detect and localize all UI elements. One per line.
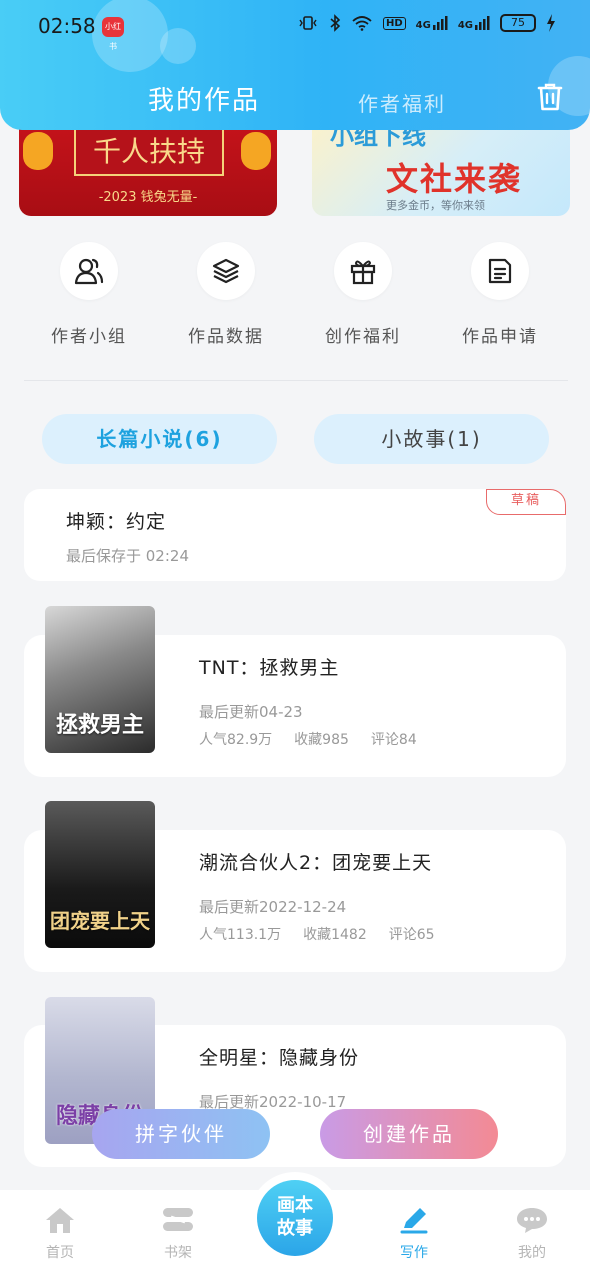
work-updated: 最后更新2022-12-24 xyxy=(199,898,347,916)
feature-creation-benefits[interactable]: 创作福利 xyxy=(307,242,419,347)
tab-my-works[interactable]: 我的作品 xyxy=(148,80,260,117)
nav-label: 我的 xyxy=(518,1245,546,1261)
nav-mine[interactable]: 我的 xyxy=(492,1206,572,1262)
feature-label: 作品申请 xyxy=(462,327,538,347)
feature-label: 创作福利 xyxy=(325,327,401,347)
work-cover[interactable]: 团宠要上天 xyxy=(45,801,155,948)
banner-right-line3: 更多金币，等你来领 xyxy=(386,199,485,212)
work-cover[interactable]: 拯救男主 xyxy=(45,606,155,753)
work-title: 潮流合伙人2：团宠要上天 xyxy=(199,852,433,874)
work-popularity: 人气82.9万 xyxy=(199,732,273,748)
feature-label: 作者小组 xyxy=(51,327,127,347)
network-type: 4G xyxy=(457,20,473,31)
lantern-decor xyxy=(241,132,271,170)
center-label-line2: 故事 xyxy=(277,1218,313,1239)
hd-indicator: HD xyxy=(382,16,406,30)
bookshelf-icon xyxy=(163,1208,193,1231)
create-work-button[interactable]: 创建作品 xyxy=(320,1109,498,1159)
nav-label: 首页 xyxy=(46,1245,74,1261)
banner-left-title: 千人扶持 xyxy=(74,128,224,176)
work-title: TNT：拯救男主 xyxy=(199,657,340,679)
status-time: 02:58 xyxy=(38,14,96,38)
work-stats: 人气82.9万 收藏985 评论84 xyxy=(199,729,417,749)
nav-label: 写作 xyxy=(400,1245,428,1261)
section-divider xyxy=(24,380,568,381)
writing-partner-button[interactable]: 拼字伙伴 xyxy=(92,1109,270,1159)
cover-title: 拯救男主 xyxy=(55,712,144,738)
nav-bookshelf[interactable]: 书架 xyxy=(138,1206,218,1262)
picture-story-label: 画本 故事 xyxy=(257,1180,333,1256)
nav-home[interactable]: 首页 xyxy=(20,1206,100,1262)
category-short-story[interactable]: 小故事(1) xyxy=(314,414,549,464)
tab-author-benefits[interactable]: 作者福利 xyxy=(358,88,446,117)
picture-story-button[interactable]: 画本 故事 xyxy=(249,1172,341,1264)
team-icon xyxy=(60,242,118,300)
trash-icon[interactable] xyxy=(536,82,564,112)
signal-icon: 4G xyxy=(458,15,490,31)
nav-write[interactable]: 写作 xyxy=(374,1206,454,1262)
work-updated: 最后更新04-23 xyxy=(199,703,303,721)
draft-title: 坤颖：约定 xyxy=(66,511,167,533)
work-title: 全明星：隐藏身份 xyxy=(199,1047,360,1069)
header-tabs: 我的作品 作者福利 xyxy=(0,80,590,120)
app-notification-badge: 小红书 xyxy=(102,17,124,51)
center-label-line1: 画本 xyxy=(277,1195,313,1216)
feature-author-group[interactable]: 作者小组 xyxy=(33,242,145,347)
battery-icon: 75 xyxy=(500,14,536,32)
cover-title: 团宠要上天 xyxy=(50,909,150,933)
vibrate-icon xyxy=(299,16,317,30)
chat-bubble-icon xyxy=(517,1208,547,1233)
charging-icon xyxy=(547,14,555,32)
category-long-novel[interactable]: 长篇小说(6) xyxy=(42,414,277,464)
draft-badge: 草稿 xyxy=(486,489,566,515)
nav-label: 书架 xyxy=(164,1245,192,1261)
document-icon xyxy=(471,242,529,300)
feature-work-data[interactable]: 作品数据 xyxy=(170,242,282,347)
bluetooth-icon xyxy=(330,14,341,32)
signal-icon: 4G xyxy=(416,15,448,31)
draft-card[interactable]: 坤颖：约定 最后保存于 02:24 草稿 xyxy=(24,489,566,581)
wifi-icon xyxy=(352,16,372,31)
gift-icon xyxy=(334,242,392,300)
banner-right-line2: 文社来袭 xyxy=(386,160,523,198)
network-type: 4G xyxy=(415,20,431,31)
work-comments: 评论84 xyxy=(370,732,417,748)
system-icons: HD 4G 4G 75 xyxy=(297,14,556,32)
home-icon xyxy=(46,1208,74,1233)
status-bar: 02:58 小红书 HD 4G 4G 75 xyxy=(0,0,590,52)
feature-label: 作品数据 xyxy=(188,327,264,347)
layers-icon xyxy=(197,242,255,300)
feature-work-application[interactable]: 作品申请 xyxy=(444,242,556,347)
work-favorites: 收藏1482 xyxy=(303,927,367,943)
top-header: 02:58 小红书 HD 4G 4G 75 我的作品 作者福利 xyxy=(0,0,590,130)
work-popularity: 人气113.1万 xyxy=(199,927,282,943)
draft-saved-time: 最后保存于 02:24 xyxy=(66,547,189,565)
work-comments: 评论65 xyxy=(388,927,435,943)
work-stats: 人气113.1万 收藏1482 评论65 xyxy=(199,924,435,944)
work-favorites: 收藏985 xyxy=(294,732,349,748)
banner-left-subtitle: -2023 钱兔无量- xyxy=(98,190,198,205)
pencil-icon xyxy=(400,1208,428,1234)
lantern-decor xyxy=(23,132,53,170)
